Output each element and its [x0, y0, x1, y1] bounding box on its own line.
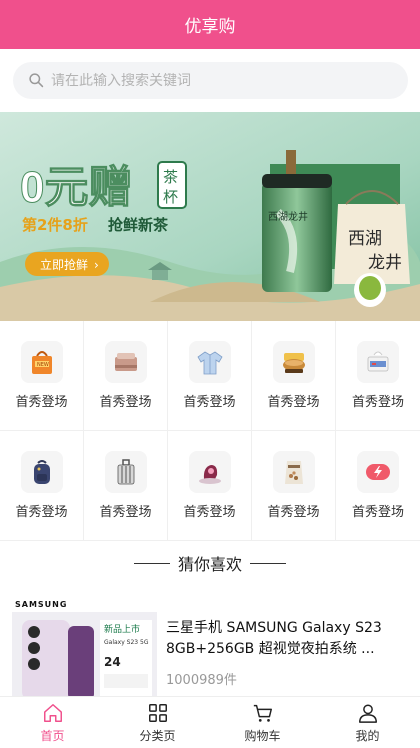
category-item[interactable]: 首秀登场	[336, 321, 420, 431]
category-label: 首秀登场	[15, 505, 68, 520]
tab-label: 我的	[355, 729, 380, 743]
svg-text:西湖龙井: 西湖龙井	[268, 210, 308, 223]
tab-cart[interactable]: 购物车	[210, 697, 315, 748]
product-sold-count: 1000989件	[166, 673, 237, 688]
category-item[interactable]: 首秀登场	[252, 321, 336, 431]
promo-model: Galaxy S23 5G	[104, 639, 149, 646]
banner-subtext-2: 抢鲜新茶	[108, 216, 169, 234]
cart-icon	[253, 704, 272, 722]
flash-icon	[357, 451, 399, 493]
app-header: 优享购	[0, 0, 420, 49]
category-label: 首秀登场	[99, 395, 152, 410]
shirt-icon	[188, 341, 231, 383]
tab-label: 购物车	[244, 729, 281, 743]
category-label: 首秀登场	[183, 395, 236, 410]
bottom-tab-bar: 首页 分类页 购物车 我的	[0, 696, 420, 748]
suitcase-icon	[104, 451, 147, 493]
search-input[interactable]	[51, 72, 381, 89]
search-area	[0, 49, 420, 112]
product-name[interactable]: 三星手机 SAMSUNG Galaxy S23 8GB+256GB 超视觉夜拍系…	[166, 618, 406, 660]
category-label: 首秀登场	[351, 505, 404, 520]
category-label: 首秀登场	[99, 505, 152, 520]
divider	[250, 562, 286, 564]
snack-bag-icon	[272, 451, 315, 493]
product-card[interactable]: SAMSUNG 新品上市 Galaxy S23 5G 24 三星手机 SAMSU…	[0, 590, 420, 696]
category-grid: NEW 首秀登场 首秀登场 首秀登场 首秀登场 首秀登场 首秀登场 首秀登场 首…	[0, 321, 420, 541]
product-brand: SAMSUNG	[15, 600, 68, 609]
section-title: 猜你喜欢	[177, 555, 242, 574]
promo-price-hint: 24	[104, 655, 121, 669]
category-label: 首秀登场	[15, 395, 68, 410]
category-item[interactable]: 首秀登场	[84, 321, 168, 431]
banner-seal-text-2: 杯	[163, 188, 178, 206]
grid-icon	[148, 704, 167, 722]
tab-label: 首页	[40, 729, 65, 743]
category-item[interactable]: 首秀登场	[168, 321, 252, 431]
category-item[interactable]: 首秀登场	[0, 431, 84, 541]
vacuum-icon	[188, 451, 231, 493]
category-label: 首秀登场	[351, 395, 404, 410]
user-icon	[358, 704, 377, 723]
category-item[interactable]: 首秀登场	[84, 431, 168, 541]
promo-banner[interactable]: 0元赠 茶 杯 第2件8折 抢鲜新茶 立即抢鲜 › 西湖龙井 西湖 龙井	[0, 112, 420, 321]
app-title: 优享购	[184, 17, 236, 37]
tab-profile[interactable]: 我的	[315, 697, 420, 748]
category-label: 首秀登场	[267, 395, 320, 410]
search-icon	[29, 73, 44, 88]
bedding-icon	[104, 341, 147, 383]
banner-seal-text-1: 茶	[163, 168, 178, 186]
svg-text:西湖: 西湖	[348, 229, 382, 249]
category-item[interactable]: 首秀登场	[252, 431, 336, 541]
product-image[interactable]: 新品上市 Galaxy S23 5G 24	[12, 612, 157, 696]
category-item[interactable]: 首秀登场	[336, 431, 420, 541]
food-bowl-icon	[272, 341, 315, 383]
promo-badge: 新品上市	[104, 623, 140, 635]
shopping-bag-icon: NEW	[20, 341, 63, 383]
category-label: 首秀登场	[183, 505, 236, 520]
home-icon	[43, 704, 62, 722]
chevron-right-icon: ›	[94, 258, 99, 272]
tissue-box-icon	[357, 341, 399, 383]
section-header: 猜你喜欢	[0, 541, 420, 585]
banner-artwork: 0元赠 茶 杯 第2件8折 抢鲜新茶 立即抢鲜 › 西湖龙井 西湖 龙井	[0, 112, 420, 321]
svg-text:龙井: 龙井	[368, 253, 402, 273]
category-label: 首秀登场	[267, 505, 320, 520]
divider	[133, 562, 170, 564]
banner-cta-label[interactable]: 立即抢鲜	[40, 257, 88, 272]
banner-headline: 0元赠	[20, 163, 132, 212]
search-bar[interactable]	[13, 62, 408, 99]
category-item[interactable]: NEW 首秀登场	[0, 321, 84, 431]
tab-category[interactable]: 分类页	[105, 697, 210, 748]
tab-home[interactable]: 首页	[0, 697, 105, 748]
backpack-icon	[20, 451, 63, 493]
banner-subtext: 第2件8折	[22, 216, 88, 234]
svg-text:NEW: NEW	[37, 362, 49, 368]
category-item[interactable]: 首秀登场	[168, 431, 252, 541]
tab-label: 分类页	[139, 729, 176, 743]
